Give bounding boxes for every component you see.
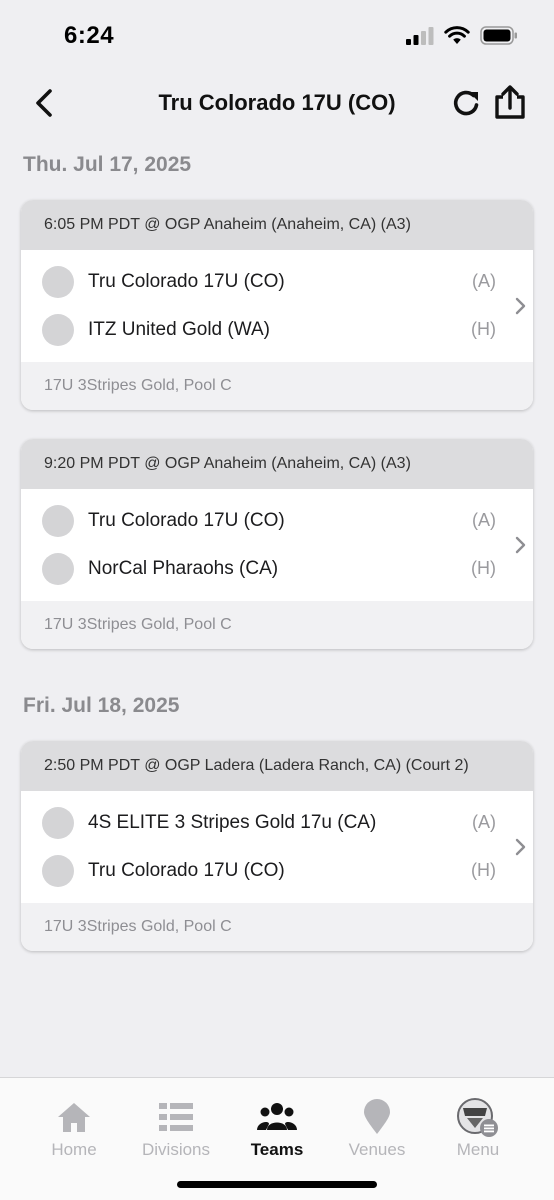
screen: 6:24 Tru Colorado 17U (CO) Thu. Jul 17, … (0, 0, 554, 1200)
tab-label: Menu (456, 1140, 500, 1159)
game-card[interactable]: 6:05 PM PDT @ OGP Anaheim (Anaheim, CA) … (21, 200, 533, 410)
game-teams: Tru Colorado 17U (CO) (A) NorCal Pharaoh… (21, 489, 533, 601)
game-card[interactable]: 2:50 PM PDT @ OGP Ladera (Ladera Ranch, … (21, 741, 533, 951)
tab-teams[interactable]: Teams (227, 1098, 327, 1160)
team-logo-placeholder (42, 314, 74, 346)
status-time: 6:24 (64, 22, 115, 49)
tab-menu[interactable]: Menu (428, 1098, 528, 1160)
team-row: Tru Colorado 17U (CO) (H) (21, 847, 533, 895)
team-row: 4S ELITE 3 Stripes Gold 17u (CA) (A) (21, 799, 533, 847)
home-icon (58, 1103, 90, 1132)
team-row: Tru Colorado 17U (CO) (A) (21, 497, 533, 545)
team-name: Tru Colorado 17U (CO) (88, 510, 285, 531)
team-side: (H) (471, 558, 496, 578)
tab-label: Teams (250, 1140, 304, 1159)
chevron-right-icon (515, 536, 526, 554)
game-time-venue: 9:20 PM PDT @ OGP Anaheim (Anaheim, CA) … (21, 439, 533, 489)
battery-icon (480, 26, 517, 45)
team-logo-placeholder (42, 855, 74, 887)
status-bar: 6:24 (0, 0, 554, 72)
team-logo-placeholder (42, 807, 74, 839)
team-logo-placeholder (42, 505, 74, 537)
divisions-icon (159, 1103, 193, 1131)
team-name: ITZ United Gold (WA) (88, 319, 270, 340)
menu-logo-icon (457, 1098, 498, 1137)
game-division: 17U 3Stripes Gold, Pool C (21, 903, 533, 951)
nav-header: Tru Colorado 17U (CO) (0, 72, 554, 136)
team-side: (H) (471, 319, 496, 339)
share-icon (495, 85, 525, 119)
venues-icon (364, 1099, 390, 1134)
team-name: 4S ELITE 3 Stripes Gold 17u (CA) (88, 812, 377, 833)
team-name: Tru Colorado 17U (CO) (88, 271, 285, 292)
team-side: (A) (472, 271, 496, 291)
team-side: (H) (471, 860, 496, 880)
team-side: (A) (472, 812, 496, 832)
home-indicator (177, 1181, 377, 1188)
tab-label: Divisions (141, 1140, 211, 1159)
refresh-icon (453, 90, 479, 116)
team-logo-placeholder (42, 266, 74, 298)
tab-label: Venues (348, 1140, 406, 1159)
team-name: NorCal Pharaohs (CA) (88, 558, 279, 579)
chevron-right-icon (515, 838, 526, 856)
teams-icon (257, 1103, 297, 1130)
game-division: 17U 3Stripes Gold, Pool C (21, 362, 533, 410)
schedule-list: Thu. Jul 17, 2025 6:05 PM PDT @ OGP Anah… (0, 140, 554, 951)
share-button[interactable] (492, 84, 528, 120)
day-header: Fri. Jul 18, 2025 (23, 694, 180, 717)
team-row: Tru Colorado 17U (CO) (A) (21, 258, 533, 306)
game-time-venue: 2:50 PM PDT @ OGP Ladera (Ladera Ranch, … (21, 741, 533, 791)
tab-label: Home (51, 1140, 97, 1159)
day-header: Thu. Jul 17, 2025 (23, 153, 192, 176)
game-teams: 4S ELITE 3 Stripes Gold 17u (CA) (A) Tru… (21, 791, 533, 903)
team-row: ITZ United Gold (WA) (H) (21, 306, 533, 354)
cellular-signal-icon (406, 26, 434, 45)
tab-venues[interactable]: Venues (327, 1098, 427, 1160)
team-logo-placeholder (42, 553, 74, 585)
team-side: (A) (472, 510, 496, 530)
tab-divisions[interactable]: Divisions (126, 1098, 226, 1160)
game-teams: Tru Colorado 17U (CO) (A) ITZ United Gol… (21, 250, 533, 362)
status-icons (406, 26, 518, 45)
refresh-button[interactable] (450, 86, 484, 120)
team-row: NorCal Pharaohs (CA) (H) (21, 545, 533, 593)
game-division: 17U 3Stripes Gold, Pool C (21, 601, 533, 649)
game-time-venue: 6:05 PM PDT @ OGP Anaheim (Anaheim, CA) … (21, 200, 533, 250)
wifi-icon (444, 26, 470, 44)
game-card[interactable]: 9:20 PM PDT @ OGP Anaheim (Anaheim, CA) … (21, 439, 533, 649)
chevron-right-icon (515, 297, 526, 315)
tab-home[interactable]: Home (24, 1098, 124, 1160)
team-name: Tru Colorado 17U (CO) (88, 860, 285, 881)
